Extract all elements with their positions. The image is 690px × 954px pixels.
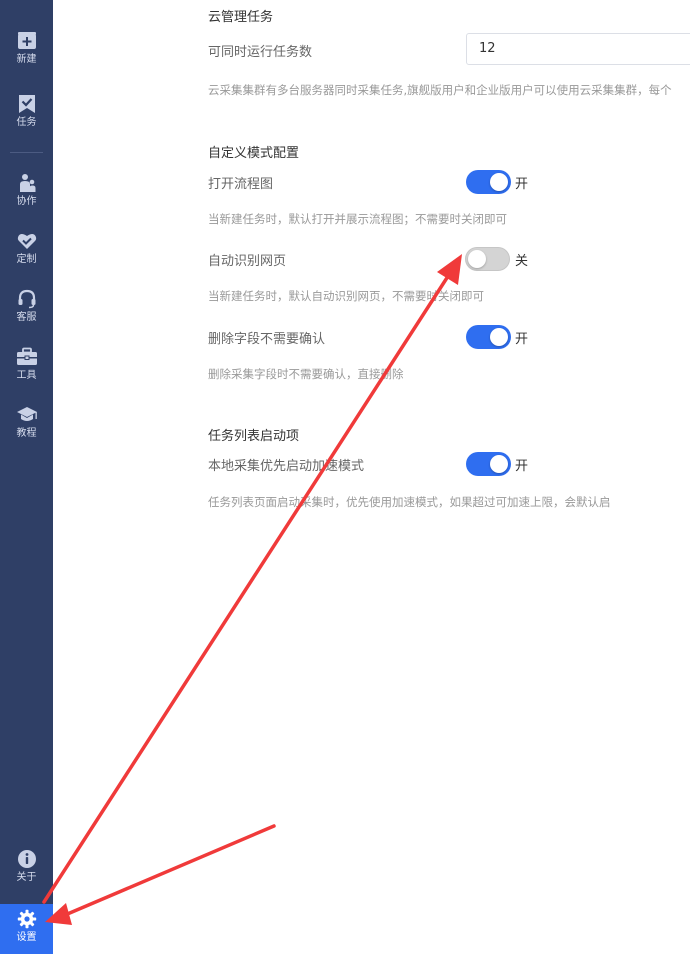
auto-detect-label: 自动识别网页: [208, 254, 287, 269]
sidebar-item-label: 协作: [16, 196, 37, 207]
sidebar-item-new[interactable]: 新建: [0, 30, 53, 82]
sidebar-item-label: 教程: [16, 428, 37, 439]
sidebar-divider: [10, 152, 43, 153]
sidebar-item-tools[interactable]: 工具: [0, 346, 53, 398]
custom-heart-check-icon: [16, 230, 38, 252]
sidebar: 新建 任务 协作 定制 客服 工具 教程 关于 设置: [0, 0, 53, 954]
graduation-cap-icon: [16, 404, 38, 426]
auto-detect-toggle[interactable]: [465, 247, 510, 271]
sidebar-item-support[interactable]: 客服: [0, 288, 53, 340]
section-title-cloud: 云管理任务: [208, 10, 274, 25]
delete-field-toggle-state: 开: [515, 332, 529, 347]
delete-field-description: 删除采集字段时不需要确认，直接删除: [208, 367, 404, 381]
auto-detect-toggle-state: 关: [515, 254, 529, 269]
section-title-custom: 自定义模式配置: [208, 146, 300, 161]
info-icon: [16, 848, 38, 870]
sidebar-item-label: 设置: [16, 932, 37, 943]
sidebar-item-label: 工具: [16, 370, 37, 381]
toggle-knob: [490, 328, 508, 346]
sidebar-item-label: 新建: [16, 54, 37, 65]
sidebar-item-settings[interactable]: 设置: [0, 904, 53, 954]
sidebar-item-tasks[interactable]: 任务: [0, 93, 53, 145]
concurrent-tasks-select[interactable]: 12: [466, 33, 690, 65]
sidebar-item-label: 客服: [16, 312, 37, 323]
gear-icon: [16, 908, 38, 930]
cloud-description: 云采集集群有多台服务器同时采集任务,旗舰版用户和企业版用户可以使用云采集集群，每…: [208, 83, 672, 97]
toolbox-icon: [16, 346, 38, 368]
sidebar-item-custom[interactable]: 定制: [0, 230, 53, 282]
plus-box-icon: [16, 30, 38, 52]
accelerate-description: 任务列表页面启动采集时，优先使用加速模式，如果超过可加速上限，会默认启: [208, 495, 611, 509]
flowchart-toggle[interactable]: [466, 170, 511, 194]
delete-field-label: 删除字段不需要确认: [208, 332, 326, 347]
collaboration-people-icon: [16, 172, 38, 194]
section-title-tasklist: 任务列表启动项: [208, 429, 300, 444]
headset-icon: [16, 288, 38, 310]
toggle-knob: [468, 250, 486, 268]
accelerate-label: 本地采集优先启动加速模式: [208, 459, 365, 474]
delete-field-toggle[interactable]: [466, 325, 511, 349]
auto-detect-description: 当新建任务时，默认自动识别网页，不需要时关闭即可: [208, 289, 484, 303]
flowchart-toggle-state: 开: [515, 177, 529, 192]
task-check-icon: [16, 93, 38, 115]
concurrent-tasks-label: 可同时运行任务数: [208, 45, 313, 60]
accelerate-toggle[interactable]: [466, 452, 511, 476]
toggle-knob: [490, 455, 508, 473]
sidebar-item-tutorial[interactable]: 教程: [0, 404, 53, 456]
sidebar-item-label: 任务: [16, 117, 37, 128]
sidebar-item-label: 关于: [16, 872, 37, 883]
flowchart-label: 打开流程图: [208, 177, 274, 192]
concurrent-tasks-value: 12: [479, 41, 496, 56]
sidebar-item-collaboration[interactable]: 协作: [0, 172, 53, 224]
settings-panel: 云管理任务 可同时运行任务数 12 云采集集群有多台服务器同时采集任务,旗舰版用…: [53, 0, 690, 954]
flowchart-description: 当新建任务时，默认打开并展示流程图；不需要时关闭即可: [208, 212, 507, 226]
toggle-knob: [490, 173, 508, 191]
sidebar-item-about[interactable]: 关于: [0, 848, 53, 900]
sidebar-item-label: 定制: [16, 254, 37, 265]
accelerate-toggle-state: 开: [515, 459, 529, 474]
